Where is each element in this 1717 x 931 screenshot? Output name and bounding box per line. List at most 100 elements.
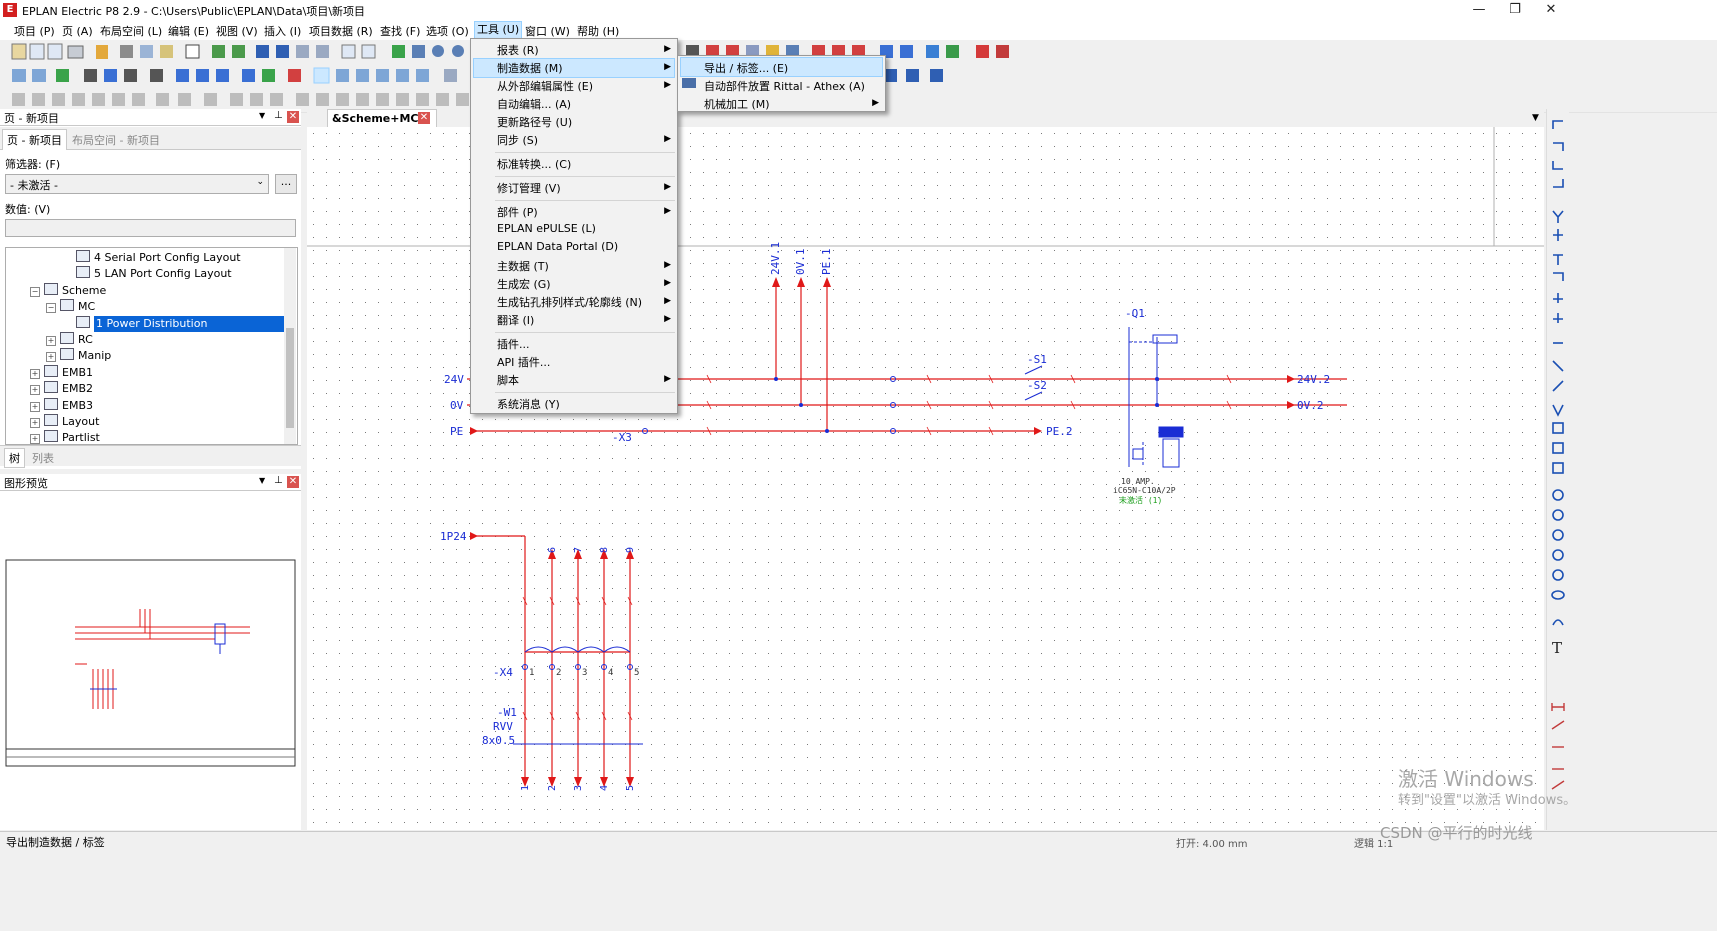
menu-separator: [495, 176, 675, 177]
expand-icon[interactable]: +: [46, 336, 56, 346]
page-icon: [44, 397, 58, 410]
label-24v-1: 24V.1: [769, 242, 782, 275]
tab-tree[interactable]: 树: [4, 448, 25, 468]
tools-menu-item[interactable]: 脚本: [497, 372, 519, 388]
value-input[interactable]: [5, 219, 296, 237]
tree-item[interactable]: + Manip: [46, 348, 111, 364]
panel-pin-icon[interactable]: ⊥: [274, 475, 283, 486]
filter-select[interactable]: - 未激活 - ⌄: [5, 174, 269, 194]
tree-item[interactable]: + EMB1: [30, 364, 93, 381]
document-tab[interactable]: &Scheme+MC/1 ✕: [327, 109, 437, 129]
tree-item[interactable]: + EMB2: [30, 381, 93, 397]
label-pe-1: PE.1: [820, 249, 833, 276]
menu-page[interactable]: 页 (A): [60, 23, 95, 39]
tools-menu-item[interactable]: EPLAN ePULSE (L): [497, 222, 596, 235]
tree-item[interactable]: + Layout: [30, 414, 99, 430]
submenu-arrow-icon: ▶: [664, 278, 671, 288]
menu-layout-space[interactable]: 布局空间 (L): [98, 23, 164, 39]
menu-find[interactable]: 查找 (F): [378, 23, 422, 39]
menu-help[interactable]: 帮助 (H): [575, 23, 621, 39]
submenu-arrow-icon: ▶: [872, 98, 879, 108]
expand-icon[interactable]: +: [30, 418, 40, 428]
tree-item-label: 1 Power Distribution: [94, 315, 288, 332]
submenu-machining[interactable]: 机械加工 (M): [704, 96, 770, 112]
tree-item[interactable]: + RC: [46, 332, 93, 348]
panel-dropdown-icon[interactable]: ▼: [259, 476, 265, 485]
expand-icon[interactable]: +: [30, 368, 40, 379]
expand-icon[interactable]: +: [46, 352, 56, 363]
tree-item[interactable]: − MC: [46, 299, 95, 315]
chevron-down-icon: ⌄: [256, 177, 264, 187]
tools-menu-item[interactable]: 生成宏 (G): [497, 276, 551, 292]
expand-icon[interactable]: +: [30, 385, 40, 396]
bottom-terminal-5: 5: [625, 785, 636, 791]
tools-menu-item[interactable]: 主数据 (T): [497, 258, 549, 274]
menu-view[interactable]: 视图 (V): [214, 23, 260, 39]
tree-item-label: 5 LAN Port Config Layout: [94, 267, 232, 281]
tools-menu-item[interactable]: 报表 (R): [497, 42, 539, 58]
expand-icon[interactable]: +: [30, 401, 40, 412]
panel-close-icon[interactable]: ✕: [287, 476, 299, 488]
tab-list-dropdown-icon[interactable]: ▼: [1532, 113, 1539, 123]
tools-menu-item[interactable]: 翻译 (I): [497, 312, 534, 328]
tools-menu-item[interactable]: 修订管理 (V): [497, 180, 561, 196]
panel-dropdown-icon[interactable]: ▼: [259, 111, 265, 120]
panel-pin-icon[interactable]: ⊥: [274, 110, 283, 121]
tools-menu-item[interactable]: 标准转换... (C): [497, 156, 571, 172]
tree-item[interactable]: − Scheme: [30, 282, 106, 299]
collapse-icon[interactable]: −: [30, 286, 40, 297]
submenu-arrow-icon: ▶: [664, 182, 671, 192]
tools-menu-item[interactable]: 自动编辑... (A): [497, 96, 571, 112]
tools-menu-item[interactable]: 部件 (P): [497, 204, 538, 220]
panel-close-icon[interactable]: ✕: [287, 111, 299, 123]
tools-menu-item[interactable]: 更新路径号 (U): [497, 114, 572, 130]
menu-edit[interactable]: 编辑 (E): [166, 23, 211, 39]
close-window-button[interactable]: ✕: [1528, 0, 1574, 20]
tools-menu-item[interactable]: 从外部编辑属性 (E): [497, 78, 593, 94]
top-terminal-7: 7: [573, 547, 584, 553]
menu-insert[interactable]: 插入 (I): [262, 23, 303, 39]
tools-menu-item[interactable]: 生成钻孔排列样式/轮廓线 (N): [497, 294, 642, 310]
menu-project[interactable]: 项目 (P): [12, 23, 57, 39]
label-24v: 24V: [444, 373, 464, 386]
tools-menu-item[interactable]: 系统消息 (Y): [497, 396, 560, 412]
tools-menu-item[interactable]: API 插件...: [497, 354, 550, 370]
tree-scrollbar[interactable]: [284, 248, 296, 444]
expand-icon[interactable]: +: [30, 434, 40, 444]
right-toolbar-icons[interactable]: T: [1547, 109, 1569, 830]
submenu-arrow-icon: ▶: [664, 62, 671, 72]
filter-ellipsis-button[interactable]: ...: [275, 174, 297, 194]
tree-item[interactable]: + Partlist: [30, 430, 100, 445]
x4-terminal-3: 3: [582, 668, 587, 678]
tools-menu-item[interactable]: 同步 (S): [497, 132, 538, 148]
menu-project-data[interactable]: 项目数据 (R): [307, 23, 375, 39]
tab-pages[interactable]: 页 - 新项目: [2, 129, 67, 150]
tree-item[interactable]: + EMB3: [30, 397, 93, 414]
page-navigator-title: 页 - 新项目: [4, 112, 59, 125]
label-s1: -S1: [1027, 353, 1047, 366]
tools-menu-item[interactable]: 制造数据 (M): [497, 60, 563, 76]
menu-window[interactable]: 窗口 (W): [523, 23, 572, 39]
tab-layout-space[interactable]: 布局空间 - 新项目: [72, 132, 160, 148]
tools-menu-item[interactable]: 插件...: [497, 336, 530, 352]
status-open-grid: 打开: 4.00 mm: [1176, 839, 1248, 850]
tree-item[interactable]: 4 Serial Port Config Layout: [62, 250, 241, 266]
menu-options[interactable]: 选项 (O): [424, 23, 471, 39]
tree-item[interactable]: 5 LAN Port Config Layout: [62, 266, 232, 282]
tab-list[interactable]: 列表: [32, 450, 54, 466]
activation-watermark-sub: 转到"设置"以激活 Windows。: [1398, 793, 1577, 808]
submenu-arrow-icon: ▶: [664, 260, 671, 270]
label-q1-part: iC65N-C10A/2P: [1113, 486, 1176, 495]
collapse-icon[interactable]: −: [46, 303, 56, 314]
tree-item-label: Partlist: [62, 431, 100, 445]
top-terminal-6: 6: [547, 547, 558, 553]
label-pe: PE: [450, 425, 463, 438]
filter-label: 筛选器: (F): [5, 158, 61, 171]
submenu-rittal-athex[interactable]: 自动部件放置 Rittal - Athex (A): [704, 78, 865, 94]
tree-scrollbar-thumb[interactable]: [286, 328, 294, 428]
document-tab-close-icon[interactable]: ✕: [418, 112, 430, 124]
tools-menu-item[interactable]: EPLAN Data Portal (D): [497, 240, 618, 253]
tree-item[interactable]: 1 Power Distribution: [62, 315, 288, 332]
submenu-export-labels[interactable]: 导出 / 标签... (E): [704, 60, 788, 76]
menu-tools[interactable]: 工具 (U): [474, 21, 523, 39]
